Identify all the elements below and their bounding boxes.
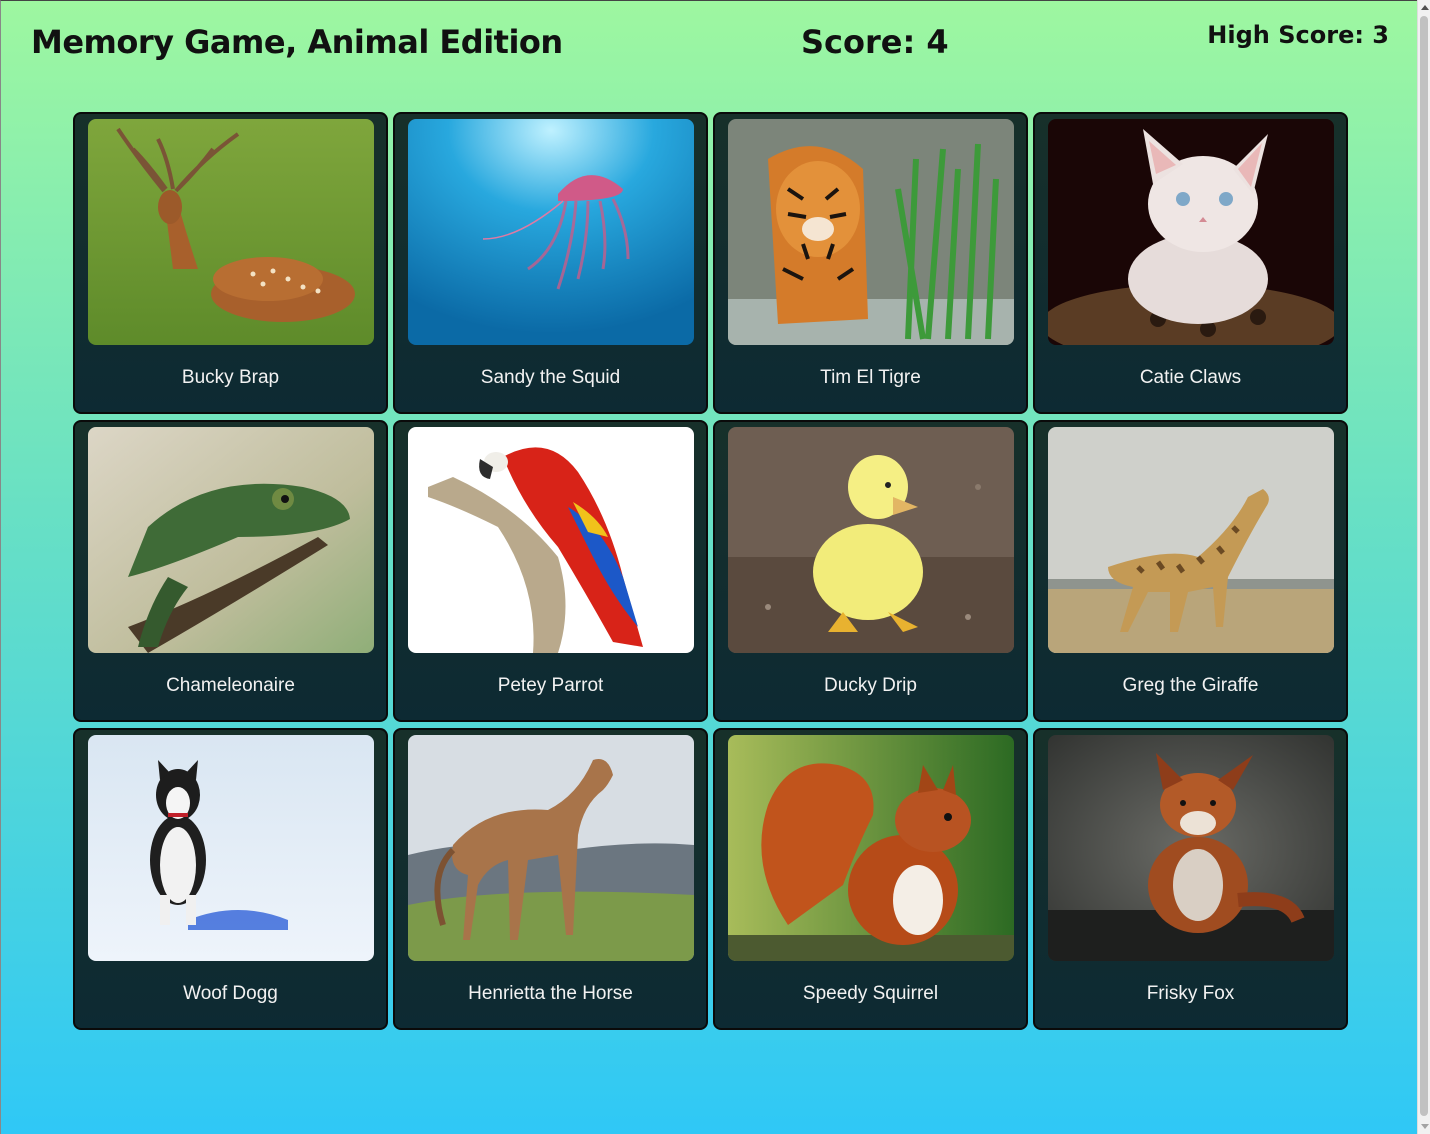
duckling-photo [728,427,1014,653]
horse-photo [408,735,694,961]
card-henrietta-the-horse[interactable]: Henrietta the Horse [393,728,708,1030]
card-label: Tim El Tigre [820,367,921,388]
card-ducky-drip[interactable]: Ducky Drip [713,420,1028,722]
card-label: Greg the Giraffe [1122,675,1259,696]
card-bucky-brap[interactable]: Bucky Brap [73,112,388,414]
giraffe-photo [1048,427,1334,653]
card-label: Henrietta the Horse [468,983,633,1004]
scroll-thumb[interactable] [1420,16,1428,1116]
vertical-scrollbar[interactable] [1417,0,1430,1134]
card-label: Catie Claws [1139,367,1242,388]
tiger-photo [728,119,1014,345]
scroll-down-icon[interactable] [1421,1124,1429,1129]
card-woof-dogg[interactable]: Woof Dogg [73,728,388,1030]
kitten-photo [1048,119,1334,345]
card-label: Petey Parrot [497,675,604,696]
card-tim-el-tigre[interactable]: Tim El Tigre [713,112,1028,414]
chameleon-photo [88,427,374,653]
parrot-photo [408,427,694,653]
card-label: Frisky Fox [1146,983,1235,1004]
card-grid: Bucky Brap Sandy the Squid Tim El Tigre … [73,112,1348,1030]
deer-photo [88,119,374,345]
card-frisky-fox[interactable]: Frisky Fox [1033,728,1348,1030]
card-sandy-the-squid[interactable]: Sandy the Squid [393,112,708,414]
card-petey-parrot[interactable]: Petey Parrot [393,420,708,722]
jellyfish-photo [408,119,694,345]
card-label: Sandy the Squid [480,367,621,388]
card-catie-claws[interactable]: Catie Claws [1033,112,1348,414]
scroll-up-icon[interactable] [1421,5,1429,10]
fox-photo [1048,735,1334,961]
card-chameleonaire[interactable]: Chameleonaire [73,420,388,722]
card-label: Woof Dogg [183,983,278,1004]
husky-photo [88,735,374,961]
game-page: Memory Game, Animal Edition Score: 4 Hig… [0,0,1417,1134]
card-speedy-squirrel[interactable]: Speedy Squirrel [713,728,1028,1030]
card-label: Ducky Drip [824,675,917,696]
squirrel-photo [728,735,1014,961]
card-label: Bucky Brap [181,367,280,388]
card-label: Speedy Squirrel [802,983,939,1004]
card-greg-the-giraffe[interactable]: Greg the Giraffe [1033,420,1348,722]
score-display: Score: 4 [801,23,949,61]
high-score-display: High Score: 3 [1207,21,1389,49]
page-title: Memory Game, Animal Edition [31,23,563,61]
card-label: Chameleonaire [166,675,295,696]
